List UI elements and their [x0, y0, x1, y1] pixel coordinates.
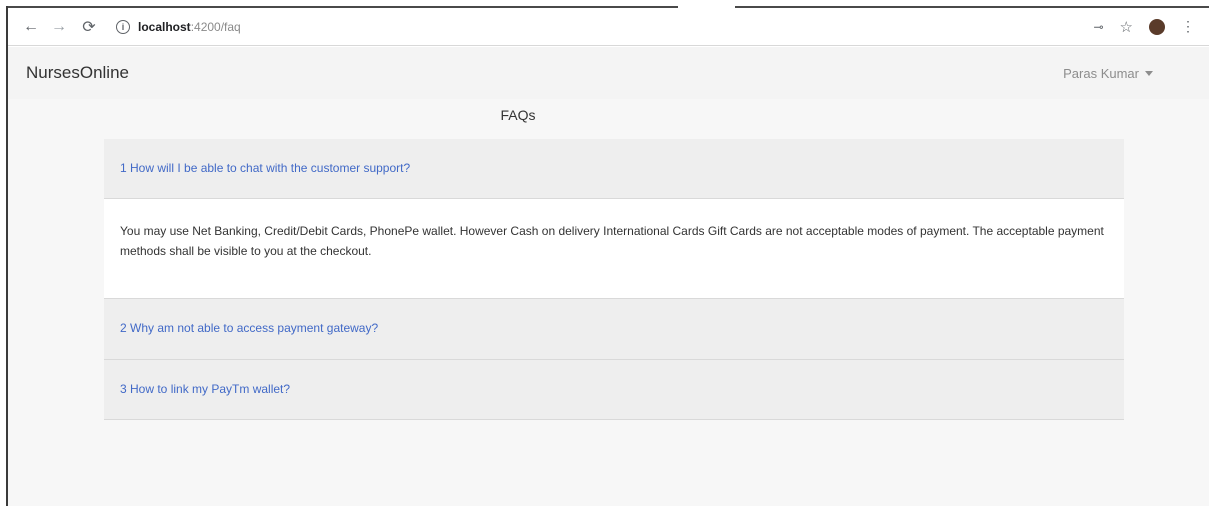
- brand-logo[interactable]: NursesOnline: [26, 63, 129, 83]
- kebab-menu-icon[interactable]: ⋮: [1181, 18, 1195, 35]
- app-navbar: NursesOnline Paras Kumar: [8, 47, 1209, 99]
- user-menu-dropdown[interactable]: Paras Kumar: [1063, 66, 1153, 81]
- arrow-right-icon[interactable]: →: [48, 16, 70, 38]
- browser-actions: ⊸ ☆ ⋮: [1093, 18, 1209, 36]
- star-icon[interactable]: ☆: [1120, 18, 1133, 36]
- info-icon[interactable]: i: [116, 19, 130, 34]
- faq-answer-1: You may use Net Banking, Credit/Debit Ca…: [104, 199, 1124, 299]
- chevron-down-icon: [1145, 70, 1153, 76]
- url-path: :4200/faq: [190, 19, 241, 34]
- user-name: Paras Kumar: [1063, 65, 1139, 81]
- arrow-left-icon[interactable]: ←: [20, 16, 42, 38]
- key-icon[interactable]: ⊸: [1093, 20, 1103, 34]
- avatar[interactable]: [1149, 18, 1165, 35]
- browser-toolbar: ← → ⟳ i localhost:4200/faq ⊸ ☆ ⋮: [8, 8, 1209, 46]
- main-content: FAQs 1 How will I be able to chat with t…: [8, 99, 1209, 506]
- faq-question-2[interactable]: 2 Why am not able to access payment gate…: [104, 299, 1124, 360]
- faq-accordion: 1 How will I be able to chat with the cu…: [104, 139, 1124, 420]
- reload-icon[interactable]: ⟳: [78, 16, 100, 38]
- address-bar[interactable]: localhost:4200/faq: [138, 20, 241, 34]
- url-host: localhost: [138, 19, 191, 34]
- page-title: FAQs: [500, 107, 536, 123]
- faq-question-1[interactable]: 1 How will I be able to chat with the cu…: [104, 139, 1124, 199]
- faq-question-3[interactable]: 3 How to link my PayTm wallet?: [104, 360, 1124, 420]
